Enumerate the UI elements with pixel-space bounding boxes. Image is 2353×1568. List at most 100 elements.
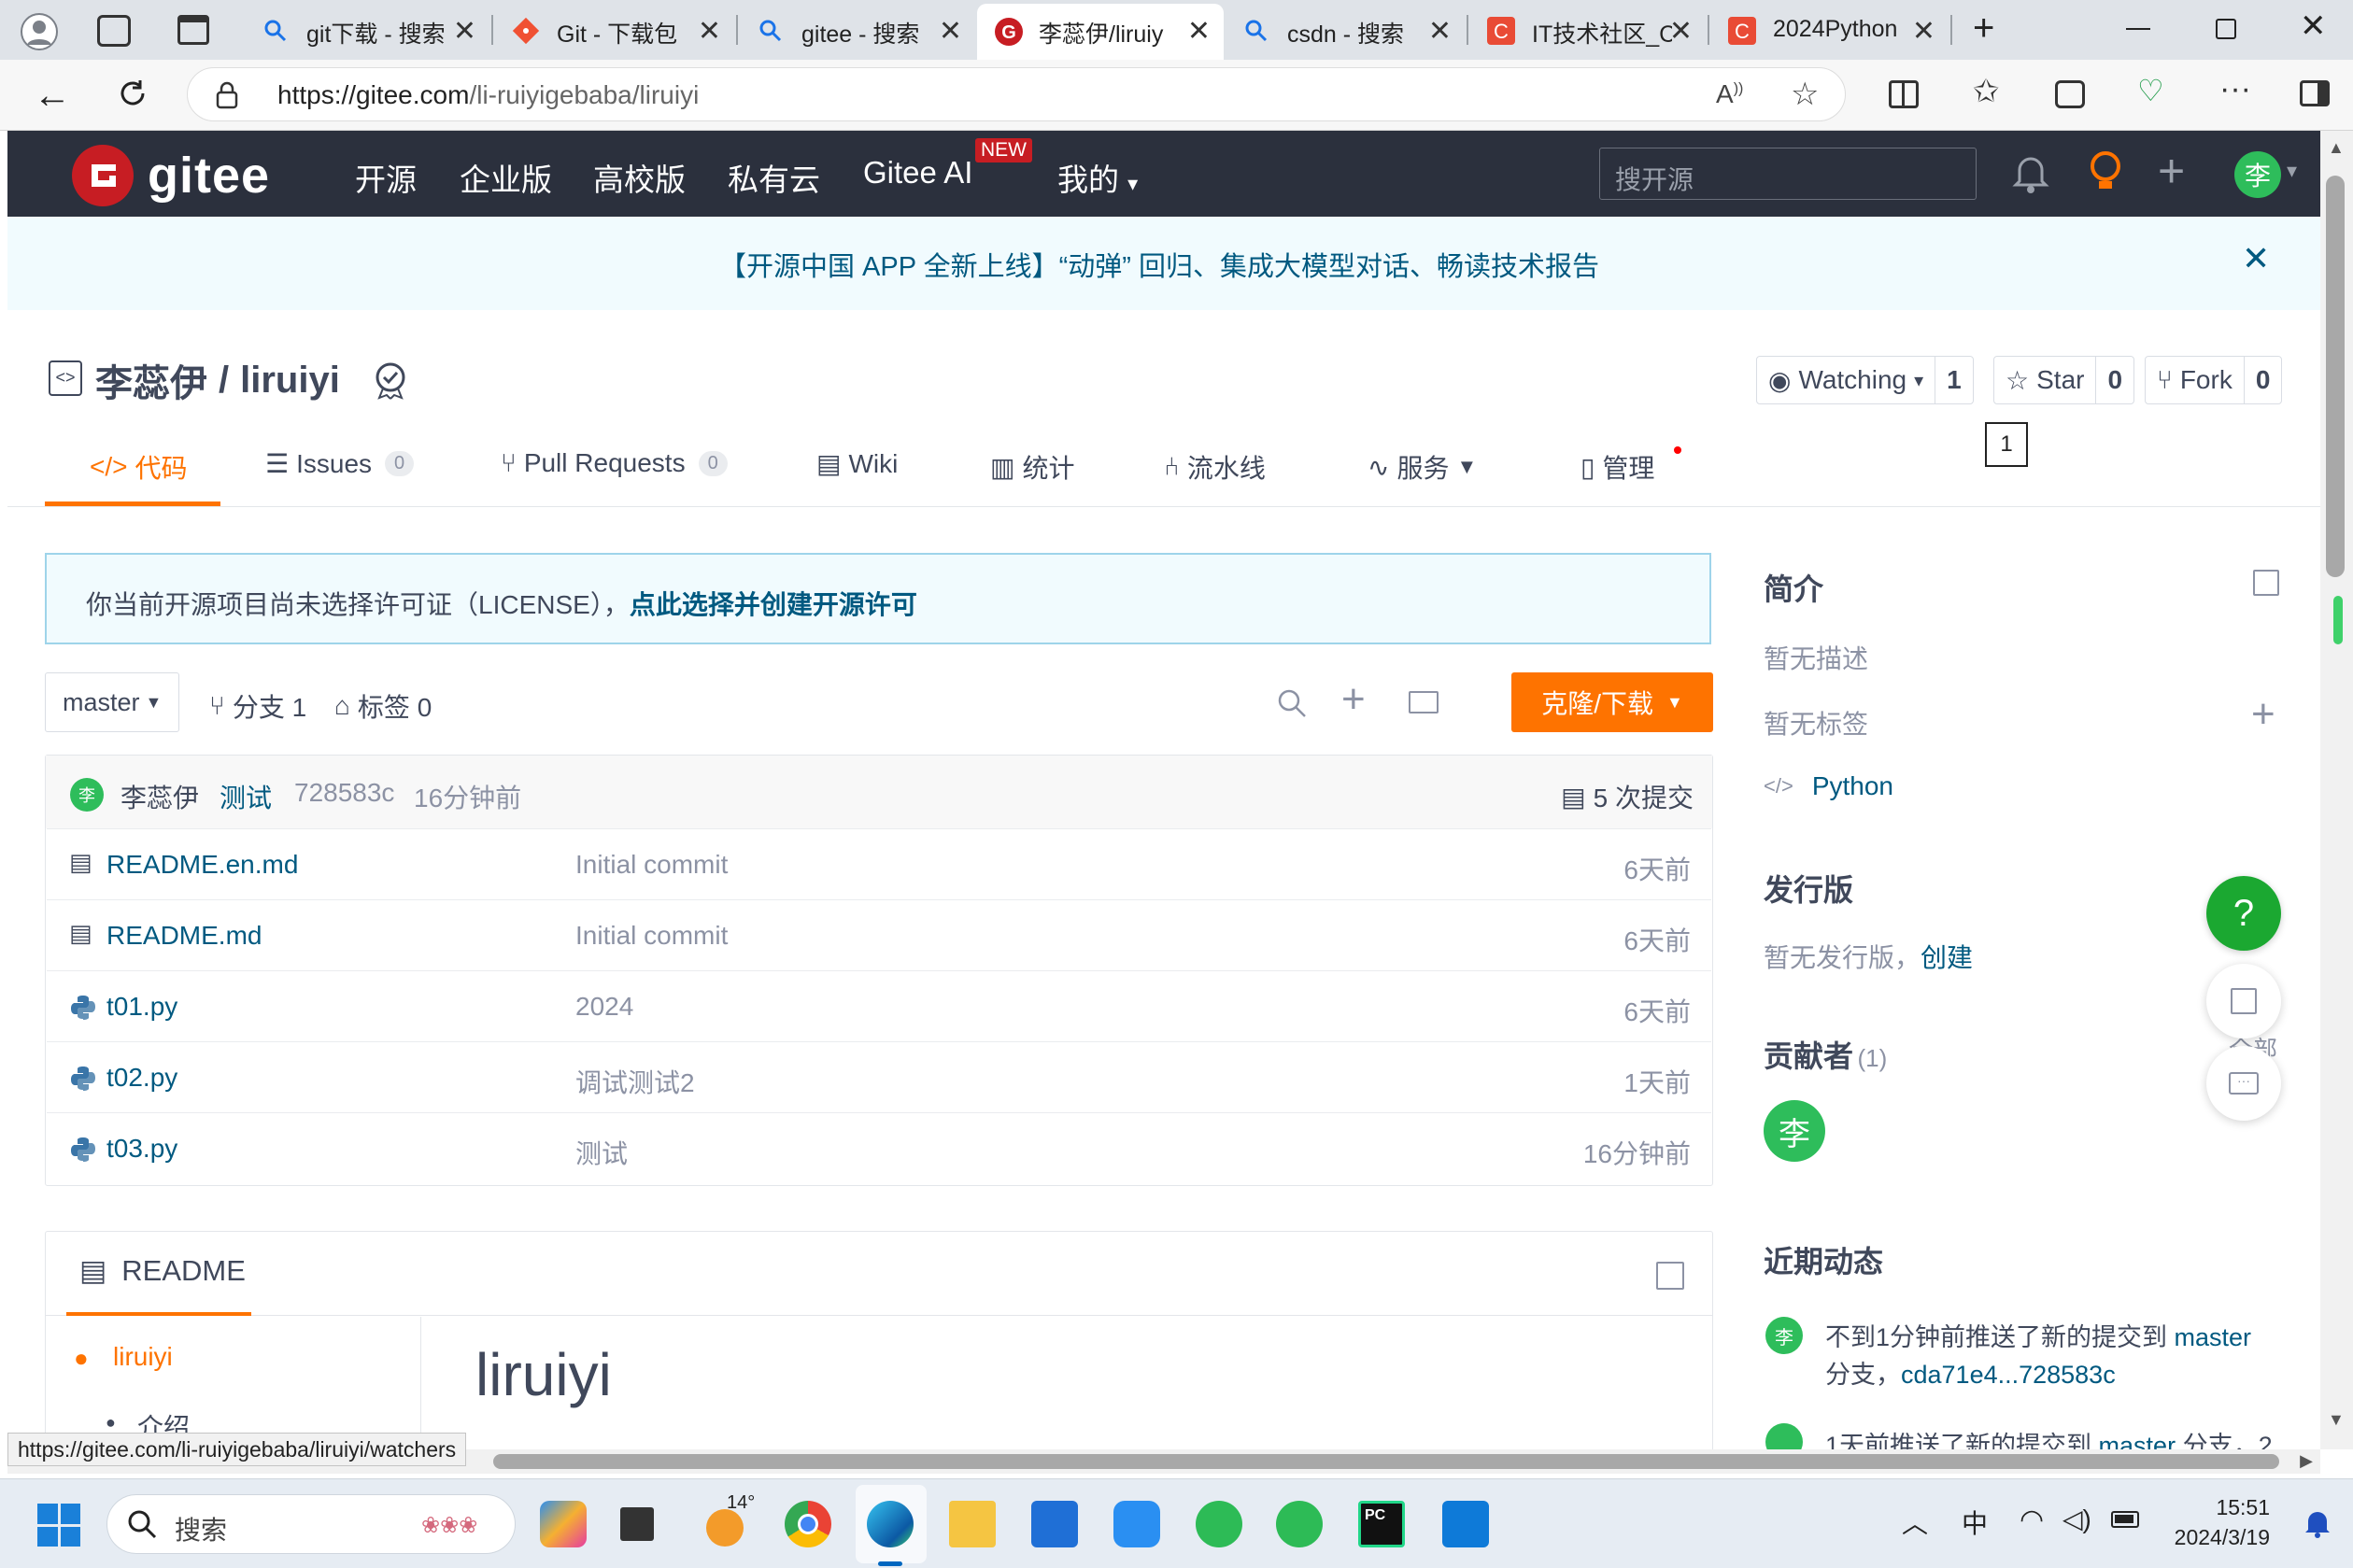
commit-count[interactable]: ▤ 5 次提交 bbox=[1561, 778, 1694, 815]
avatar[interactable]: 李 bbox=[1765, 1317, 1803, 1354]
split-screen-icon[interactable] bbox=[1889, 80, 1919, 108]
file-name[interactable]: t01.py bbox=[106, 992, 177, 1022]
close-icon[interactable]: ✕ bbox=[2242, 239, 2270, 278]
avatar[interactable]: 李 bbox=[70, 778, 104, 812]
repo-name[interactable]: liruiyi bbox=[240, 360, 340, 402]
scrollbar-thumb[interactable] bbox=[493, 1454, 2279, 1469]
nav-gitee-ai[interactable]: Gitee AI bbox=[863, 155, 972, 191]
nav-open-source[interactable]: 开源 bbox=[355, 155, 417, 200]
new-tab-icon[interactable]: + bbox=[1973, 7, 1994, 49]
web-ide-icon[interactable] bbox=[1409, 691, 1439, 713]
file-name[interactable]: README.en.md bbox=[106, 850, 298, 880]
file-name[interactable]: t03.py bbox=[106, 1134, 177, 1164]
bell-icon[interactable] bbox=[2012, 151, 2049, 194]
file-commit-message[interactable]: 2024 bbox=[575, 992, 633, 1022]
tab-service[interactable]: ∿ 服务 ▼ bbox=[1368, 448, 1477, 486]
performance-icon[interactable]: ♡ bbox=[2137, 73, 2164, 108]
workspaces-icon[interactable] bbox=[97, 15, 131, 47]
weather-widget[interactable]: 14° bbox=[702, 1492, 755, 1547]
tab-code[interactable]: </> 代码 bbox=[90, 448, 188, 486]
wechat-icon[interactable] bbox=[1276, 1501, 1323, 1547]
tab-issues[interactable]: ☰ Issues 0 bbox=[265, 448, 415, 479]
nav-mine[interactable]: 我的 ▾ bbox=[1057, 155, 1138, 200]
onedrive-icon[interactable] bbox=[1113, 1501, 1160, 1547]
volume-icon[interactable]: ◁) bbox=[2062, 1504, 2091, 1534]
battery-icon[interactable] bbox=[2111, 1511, 2139, 1528]
favorites-icon[interactable]: ✩ bbox=[1973, 73, 2000, 110]
commit-author[interactable]: 李蕊伊 bbox=[120, 778, 199, 815]
feedback-edit-button[interactable] bbox=[2206, 964, 2281, 1038]
chevron-down-icon[interactable]: ▾ bbox=[2287, 159, 2297, 183]
browser-tab[interactable]: git下载 - 搜索 ✕ bbox=[245, 6, 489, 54]
read-aloud-icon[interactable]: A)) bbox=[1716, 79, 1743, 109]
tab-pull-requests[interactable]: ⑂ Pull Requests 0 bbox=[501, 448, 728, 478]
add-tag-icon[interactable]: + bbox=[2251, 691, 2275, 738]
branch-link[interactable]: master bbox=[2175, 1323, 2252, 1351]
close-tab-icon[interactable]: ✕ bbox=[453, 15, 476, 48]
file-commit-message[interactable]: 测试 bbox=[575, 1134, 628, 1171]
collections-icon[interactable] bbox=[2055, 80, 2085, 108]
browser-tab[interactable]: C 2024Python ✕ bbox=[1711, 6, 1949, 54]
close-tab-icon[interactable]: ✕ bbox=[939, 15, 962, 48]
close-tab-icon[interactable]: ✕ bbox=[698, 15, 721, 48]
star-button[interactable]: ☆ Star 0 bbox=[1993, 356, 2135, 404]
table-row[interactable]: ▤ README.md Initial commit 6天前 bbox=[47, 899, 1711, 970]
table-row[interactable]: t03.py 测试 16分钟前 bbox=[47, 1112, 1711, 1183]
fork-button[interactable]: ⑂ Fork 0 bbox=[2145, 356, 2283, 404]
chrome-icon[interactable] bbox=[785, 1501, 831, 1547]
close-tab-icon[interactable]: ✕ bbox=[1912, 15, 1935, 48]
readme-tab[interactable]: ▤ README bbox=[79, 1254, 246, 1288]
branch-select[interactable]: master ▼ bbox=[45, 672, 179, 732]
repo-owner[interactable]: 李蕊伊 bbox=[95, 353, 207, 407]
file-commit-message[interactable]: Initial commit bbox=[575, 850, 728, 880]
commit-range-link[interactable]: cda71e4...728583c bbox=[1901, 1361, 2116, 1389]
browser-tab-active[interactable]: G 李蕊伊/liruiyi ✕ bbox=[977, 4, 1224, 60]
commit-hash[interactable]: 728583c bbox=[294, 778, 394, 808]
table-row[interactable]: t01.py 2024 6天前 bbox=[47, 970, 1711, 1041]
table-row[interactable]: t02.py 调试测试2 1天前 bbox=[47, 1041, 1711, 1112]
wifi-icon[interactable]: ◠ bbox=[2020, 1504, 2044, 1536]
file-name[interactable]: README.md bbox=[106, 921, 262, 951]
profile-icon[interactable] bbox=[21, 13, 58, 50]
commit-message[interactable]: 测试 bbox=[220, 778, 272, 815]
lock-icon[interactable] bbox=[216, 81, 238, 109]
vertical-tabs-icon[interactable] bbox=[177, 15, 209, 45]
ime-indicator[interactable]: 中 bbox=[1962, 1504, 1988, 1541]
clock[interactable]: 15:51 2024/3/19 bbox=[2167, 1492, 2270, 1552]
sidebar-toggle-icon[interactable] bbox=[2300, 80, 2330, 106]
refresh-icon[interactable] bbox=[116, 77, 149, 110]
store-icon[interactable] bbox=[1031, 1501, 1078, 1547]
tags-link[interactable]: ⌂ 标签 0 bbox=[334, 687, 432, 725]
language-link[interactable]: </> Python bbox=[1764, 771, 1893, 801]
gitee-logo[interactable]: gitee bbox=[71, 144, 270, 207]
url-bar[interactable]: https://gitee.com/li-ruiyigebaba/liruiyi… bbox=[187, 67, 1846, 121]
certification-icon[interactable] bbox=[370, 359, 411, 400]
create-release-link[interactable]: 创建 bbox=[1921, 943, 1973, 972]
tab-manage[interactable]: ▯ 管理 bbox=[1580, 448, 1654, 486]
help-button[interactable]: ? bbox=[2206, 876, 2281, 951]
license-link[interactable]: 点此选择并创建开源许可 bbox=[630, 590, 917, 619]
close-tab-icon[interactable]: ✕ bbox=[1428, 15, 1452, 48]
announcement-text[interactable]: 【开源中国 APP 全新上线】“动弹” 回归、集成大模型对话、畅读技术报告 bbox=[719, 245, 1599, 284]
star-count[interactable]: 0 bbox=[2096, 365, 2133, 395]
file-explorer-icon[interactable] bbox=[949, 1501, 996, 1547]
pycharm-icon[interactable]: PC bbox=[1358, 1501, 1405, 1547]
copilot-icon[interactable] bbox=[540, 1501, 587, 1547]
tab-stats[interactable]: ▥ 统计 bbox=[990, 448, 1074, 486]
show-hidden-icons[interactable]: ︿ bbox=[1902, 1504, 1928, 1541]
browser-tab[interactable]: gitee - 搜索 ✕ bbox=[740, 6, 975, 54]
search-icon[interactable] bbox=[1276, 687, 1308, 719]
watching-button[interactable]: ◉ Watching ▾ 1 bbox=[1756, 356, 1974, 404]
scrollbar-thumb[interactable] bbox=[2326, 176, 2345, 577]
close-tab-icon[interactable]: ✕ bbox=[1669, 15, 1693, 48]
taskbar-search[interactable]: 搜索 ❀❀❀ bbox=[106, 1494, 516, 1554]
file-commit-message[interactable]: Initial commit bbox=[575, 921, 728, 951]
tab-wiki[interactable]: ▤ Wiki bbox=[816, 448, 898, 479]
minimize-icon[interactable] bbox=[2126, 28, 2150, 30]
toc-item[interactable]: liruiyi bbox=[113, 1342, 173, 1372]
clone-download-button[interactable]: 克隆/下载 ▼ bbox=[1511, 672, 1713, 732]
nav-private-cloud[interactable]: 私有云 bbox=[728, 155, 820, 200]
vscode-icon[interactable] bbox=[1442, 1501, 1489, 1547]
watching-count[interactable]: 1 bbox=[1935, 365, 1973, 395]
plus-icon[interactable]: + bbox=[2158, 144, 2185, 198]
